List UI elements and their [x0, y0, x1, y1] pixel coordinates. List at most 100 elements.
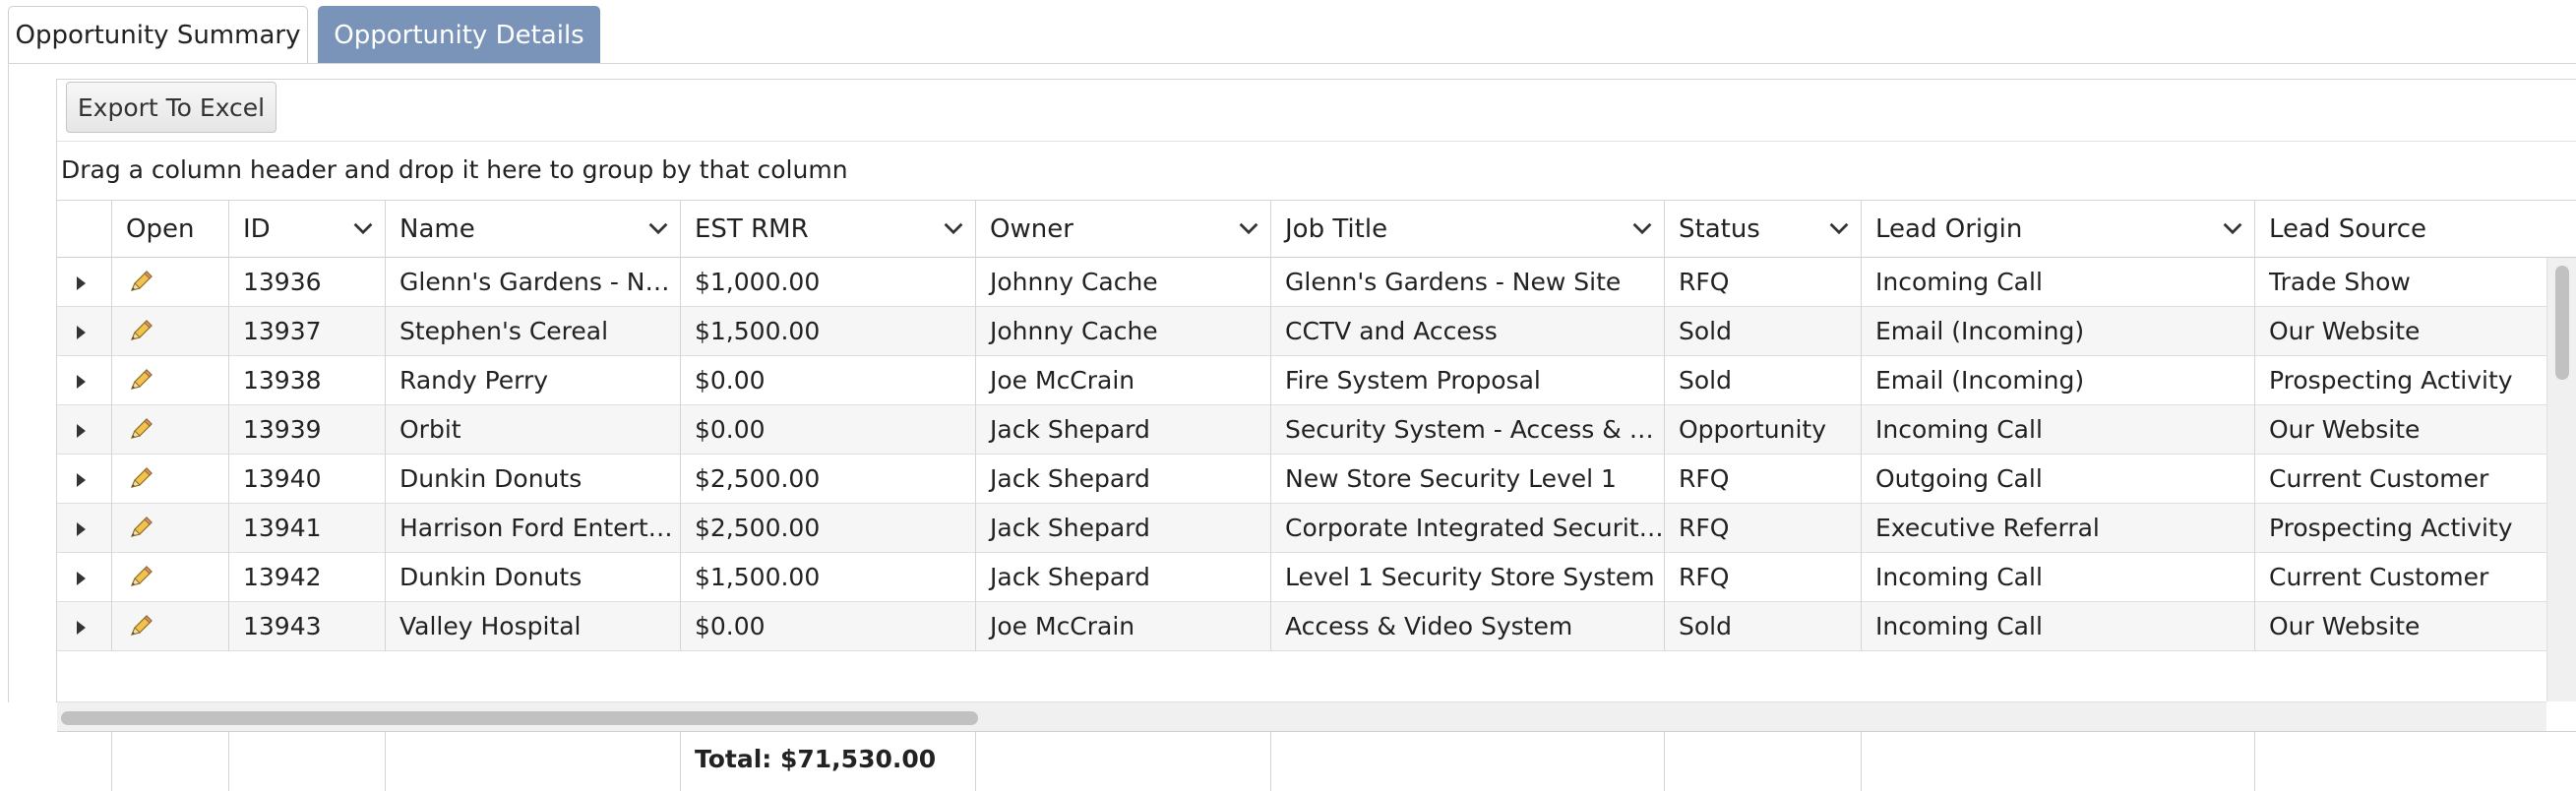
table-row[interactable]: 13940 Dunkin Donuts $2,500.00 Jack Shepard N…	[57, 455, 2546, 504]
vertical-scrollbar[interactable]	[2546, 258, 2576, 701]
cell-id: 13942	[228, 553, 385, 602]
pencil-icon[interactable]	[126, 367, 155, 393]
chevron-down-icon[interactable]	[349, 214, 377, 242]
footer-cell	[1664, 732, 1861, 791]
triangle-right-icon[interactable]	[77, 473, 86, 487]
pencil-icon[interactable]	[126, 613, 155, 639]
cell-status: RFQ	[1664, 504, 1861, 553]
table-row[interactable]: 13938 Randy Perry $0.00 Joe McCrain Fire Sys…	[57, 356, 2546, 405]
cell-name: Valley Hospital	[385, 602, 680, 651]
grid-footer-row: Total: $71,530.00	[57, 731, 2576, 791]
cell-status: Opportunity	[1664, 405, 1861, 455]
cell-lead-source: Current Customer	[2254, 553, 2546, 602]
cell-est-rmr: $0.00	[680, 602, 975, 651]
triangle-right-icon[interactable]	[77, 326, 86, 339]
cell-lead-origin: Executive Referral	[1861, 504, 2254, 553]
footer-cell	[385, 732, 680, 791]
cell-id: 13940	[228, 455, 385, 504]
pencil-icon[interactable]	[126, 515, 155, 540]
cell-expand	[57, 356, 111, 405]
cell-expand	[57, 602, 111, 651]
cell-id: 13936	[228, 258, 385, 307]
cell-lead-source: Our Website	[2254, 307, 2546, 356]
header-name[interactable]: Name	[385, 201, 680, 258]
pencil-icon[interactable]	[126, 465, 155, 491]
pencil-icon[interactable]	[126, 564, 155, 589]
cell-owner: Jack Shepard	[975, 553, 1270, 602]
cell-name: Stephen's Cereal	[385, 307, 680, 356]
cell-id: 13939	[228, 405, 385, 455]
cell-open	[111, 405, 228, 455]
header-lead-source[interactable]: Lead Source	[2254, 201, 2576, 258]
footer-cell	[2254, 732, 2576, 791]
triangle-right-icon[interactable]	[77, 621, 86, 635]
table-row[interactable]: 13942 Dunkin Donuts $1,500.00 Jack Shepard L…	[57, 553, 2546, 602]
cell-expand	[57, 405, 111, 455]
table-row[interactable]: 13936Glenn's Gardens - New Site$1,000.00…	[57, 258, 2546, 307]
header-label: Owner	[990, 214, 1073, 244]
table-row[interactable]: 13939 Orbit $0.00 Jack Shepard Security Syst…	[57, 405, 2546, 455]
header-lead-origin[interactable]: Lead Origin	[1861, 201, 2254, 258]
cell-expand	[57, 553, 111, 602]
cell-owner: Jack Shepard	[975, 455, 1270, 504]
horizontal-scrollbar[interactable]	[57, 701, 2546, 731]
pencil-icon[interactable]	[126, 269, 155, 294]
cell-lead-origin: Outgoing Call	[1861, 455, 2254, 504]
export-to-excel-button[interactable]: Export To Excel	[66, 82, 276, 133]
triangle-right-icon[interactable]	[77, 424, 86, 438]
table-row[interactable]: 13943 Valley Hospital $0.00 Joe McCrain Acce…	[57, 602, 2546, 651]
cell-status: RFQ	[1664, 553, 1861, 602]
tab-opportunity-details[interactable]: Opportunity Details	[318, 6, 600, 63]
table-row[interactable]: 13941Harrison Ford Entertainment$2,500.0…	[57, 504, 2546, 553]
cell-job-title: Fire System Proposal	[1270, 356, 1664, 405]
grid-body: 13936Glenn's Gardens - New Site$1,000.00…	[57, 258, 2546, 701]
header-owner[interactable]: Owner	[975, 201, 1270, 258]
cell-name: Dunkin Donuts	[385, 455, 680, 504]
header-label: Open	[126, 214, 195, 244]
cell-job-title: Access & Video System	[1270, 602, 1664, 651]
header-status[interactable]: Status	[1664, 201, 1861, 258]
cell-job-title: Glenn's Gardens - New Site	[1270, 258, 1664, 307]
tab-opportunity-summary[interactable]: Opportunity Summary	[8, 6, 308, 63]
pencil-icon[interactable]	[126, 416, 155, 442]
triangle-right-icon[interactable]	[77, 375, 86, 389]
cell-lead-origin: Incoming Call	[1861, 405, 2254, 455]
header-open[interactable]: Open	[111, 201, 228, 258]
cell-open	[111, 602, 228, 651]
horizontal-scroll-thumb[interactable]	[61, 711, 978, 725]
cell-id: 13937	[228, 307, 385, 356]
cell-id: 13938	[228, 356, 385, 405]
cell-lead-origin: Incoming Call	[1861, 602, 2254, 651]
header-label: Status	[1679, 214, 1760, 244]
cell-lead-source: Prospecting Activity	[2254, 504, 2546, 553]
cell-name: Glenn's Gardens - New Site	[385, 258, 680, 307]
triangle-right-icon[interactable]	[77, 572, 86, 585]
header-est-rmr[interactable]: EST RMR	[680, 201, 975, 258]
cell-job-title: Security System - Access & Video	[1270, 405, 1664, 455]
chevron-down-icon[interactable]	[2219, 214, 2246, 242]
cell-name: Orbit	[385, 405, 680, 455]
chevron-down-icon[interactable]	[644, 214, 672, 242]
cell-expand	[57, 258, 111, 307]
cell-job-title: Corporate Integrated Security System	[1270, 504, 1664, 553]
pencil-icon[interactable]	[126, 318, 155, 343]
footer-cell	[975, 732, 1270, 791]
header-job-title[interactable]: Job Title	[1270, 201, 1664, 258]
chevron-down-icon[interactable]	[1628, 214, 1656, 242]
header-label: ID	[243, 214, 271, 244]
cell-open	[111, 553, 228, 602]
table-row[interactable]: 13937 Stephen's Cereal $1,500.00 Johnny Cac…	[57, 307, 2546, 356]
footer-cell	[1270, 732, 1664, 791]
chevron-down-icon[interactable]	[940, 214, 967, 242]
chevron-down-icon[interactable]	[1825, 214, 1853, 242]
header-id[interactable]: ID	[228, 201, 385, 258]
triangle-right-icon[interactable]	[77, 276, 86, 290]
cell-lead-source: Trade Show	[2254, 258, 2546, 307]
chevron-down-icon[interactable]	[1235, 214, 1262, 242]
cell-name: Randy Perry	[385, 356, 680, 405]
cell-est-rmr: $2,500.00	[680, 504, 975, 553]
triangle-right-icon[interactable]	[77, 522, 86, 536]
footer-cell	[228, 732, 385, 791]
group-by-drop-zone[interactable]: Drag a column header and drop it here to…	[57, 142, 2576, 201]
vertical-scroll-thumb[interactable]	[2555, 266, 2569, 380]
